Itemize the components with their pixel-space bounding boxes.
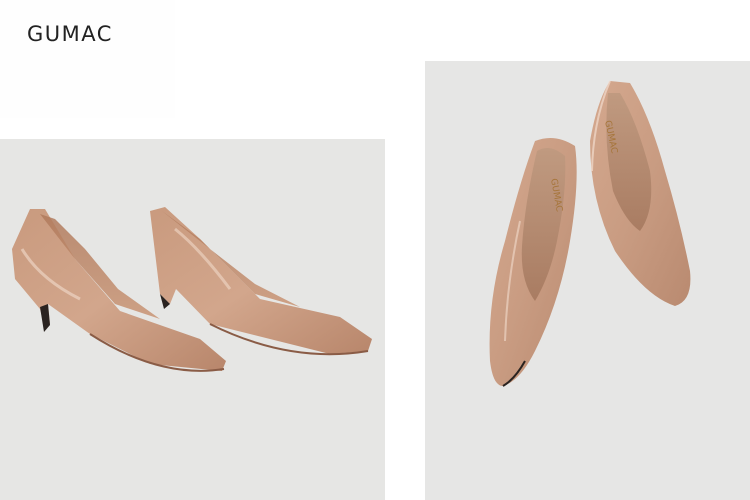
top-view-shoes-illustration: GUMAC GUMAC [489, 80, 691, 387]
upper-shoe: GUMAC [590, 80, 691, 306]
product-photo-top-view: GUMAC GUMAC [425, 61, 750, 500]
brand-logo: GUMAC [27, 22, 113, 46]
product-photo-side-view [0, 139, 385, 500]
logo-area: GUMAC [0, 0, 175, 118]
lower-shoe: GUMAC [489, 137, 577, 387]
side-view-shoes-illustration [12, 207, 372, 372]
back-shoe [150, 207, 372, 356]
